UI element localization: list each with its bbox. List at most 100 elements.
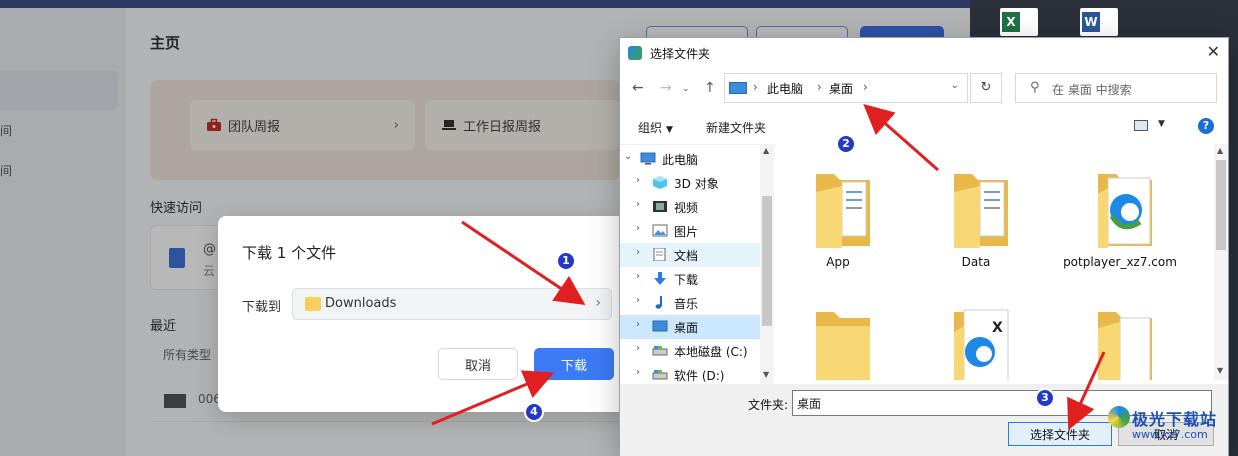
folder-icon xyxy=(812,164,874,248)
tree-item[interactable]: ⌄ 此电脑 xyxy=(620,147,760,171)
document-icon xyxy=(652,247,668,262)
help-icon[interactable]: ? xyxy=(1198,118,1214,134)
folder-icon xyxy=(305,297,321,311)
chevron-right-icon[interactable]: › xyxy=(636,319,640,330)
close-icon[interactable]: ✕ xyxy=(1207,42,1220,61)
picture-icon xyxy=(652,224,668,237)
chevron-right-icon[interactable]: › xyxy=(636,223,640,234)
folder-icon xyxy=(950,164,1012,248)
tree-item[interactable]: › 文档 xyxy=(620,243,760,267)
dialog-title: 选择文件夹 xyxy=(650,47,711,61)
app-icon xyxy=(628,46,642,60)
tree-item[interactable]: › 下载 xyxy=(620,267,760,291)
chevron-right-icon[interactable]: › xyxy=(636,295,640,306)
breadcrumb-this-pc[interactable]: 此电脑 xyxy=(767,80,803,97)
up-arrow-icon[interactable]: ↑ xyxy=(704,80,716,96)
tree-item[interactable]: › 本地磁盘 (C:) xyxy=(620,339,760,363)
caret-down-icon: ▼ xyxy=(666,125,673,135)
file-item[interactable] xyxy=(778,290,898,380)
file-item[interactable]: X xyxy=(916,290,1036,380)
tree-item-label: 视频 xyxy=(674,201,699,215)
scroll-up-icon[interactable]: ▲ xyxy=(1217,146,1223,155)
tree-item[interactable]: › 音乐 xyxy=(620,291,760,315)
video-icon xyxy=(652,200,668,213)
watermark-name: 极光下载站 xyxy=(1132,410,1218,429)
tree-item[interactable]: › 软件 (D:) xyxy=(620,363,760,384)
organize-menu[interactable]: 组织 ▼ xyxy=(638,119,673,136)
computer-icon xyxy=(729,82,747,94)
dialog-titlebar: 选择文件夹 ✕ xyxy=(620,38,1228,68)
chevron-right-icon[interactable]: › xyxy=(636,247,640,258)
download-to-label: 下载到 xyxy=(242,300,282,315)
chevron-right-icon[interactable]: › xyxy=(636,343,640,354)
file-item[interactable]: potplayer_xz7.com xyxy=(1060,152,1180,282)
tree-item-label: 下载 xyxy=(674,273,699,287)
forward-arrow-icon[interactable]: → xyxy=(660,80,672,96)
navigation-tree: ⌄ 此电脑 › 3D 对象 › 视频 › 图片 › 文档 › 下载 › 音乐 › 桌面 › 本地磁盘 (C:) › 软… xyxy=(620,144,776,384)
music-note-icon xyxy=(652,296,668,309)
computer-icon xyxy=(640,152,656,165)
breadcrumb-separator: › xyxy=(863,80,868,94)
tree-item-label: 文档 xyxy=(674,249,699,263)
file-item[interactable] xyxy=(1060,290,1180,380)
file-list-scrollbar[interactable]: ▲ ▼ xyxy=(1214,144,1228,380)
tree-item-label: 图片 xyxy=(674,225,699,239)
file-item[interactable]: Data xyxy=(916,152,1036,282)
tree-item[interactable]: › 视频 xyxy=(620,195,760,219)
download-arrow-icon xyxy=(652,272,668,285)
tree-scrollbar[interactable]: ▲ ▼ xyxy=(760,144,774,384)
file-item-name: App xyxy=(826,255,850,269)
word-icon[interactable]: W xyxy=(1080,8,1118,36)
address-bar[interactable]: › 此电脑 › 桌面 › ⌄ xyxy=(724,73,968,103)
watermark-url: www.xz7.com xyxy=(1132,428,1208,441)
scroll-down-icon[interactable]: ▼ xyxy=(763,370,769,379)
file-item[interactable]: App xyxy=(778,152,898,282)
chevron-right-icon: › xyxy=(595,295,601,311)
folder-icon xyxy=(1094,302,1156,380)
scroll-down-icon[interactable]: ▼ xyxy=(1217,366,1223,375)
file-list-scrollbar-thumb[interactable] xyxy=(1216,160,1226,250)
search-input[interactable]: ⚲ 在 桌面 中搜索 xyxy=(1015,73,1217,103)
tree-item[interactable]: › 3D 对象 xyxy=(620,171,760,195)
new-folder-button[interactable]: 新建文件夹 xyxy=(706,119,766,136)
breadcrumb-desktop[interactable]: 桌面 xyxy=(829,80,853,97)
svg-text:X: X xyxy=(992,320,1003,336)
excel-icon[interactable]: X xyxy=(1000,8,1038,36)
tree-item[interactable]: › 桌面 xyxy=(620,315,760,339)
recent-locations-caret-icon[interactable]: ⌄ xyxy=(682,84,690,94)
chevron-down-icon[interactable]: ⌄ xyxy=(624,151,632,162)
file-item-name: potplayer_xz7.com xyxy=(1063,255,1177,269)
step-badge-3: 3 xyxy=(1035,388,1055,408)
organize-label: 组织 xyxy=(638,121,663,135)
search-icon: ⚲ xyxy=(1030,80,1040,95)
drive-icon xyxy=(652,344,668,357)
watermark-logo-icon xyxy=(1108,406,1130,428)
chevron-down-icon[interactable]: ⌄ xyxy=(951,80,959,91)
scroll-up-icon[interactable]: ▲ xyxy=(763,146,769,155)
folder-icon: X xyxy=(950,302,1012,380)
download-dialog: 下载 1 个文件 下载到 Downloads › 取消 下载 xyxy=(218,216,628,412)
tree-item-label: 软件 (D:) xyxy=(674,369,725,383)
tree-scrollbar-thumb[interactable] xyxy=(762,196,772,326)
select-folder-dialog: 选择文件夹 ✕ ← → ⌄ ↑ › 此电脑 › 桌面 › ⌄ ↻ ⚲ 在 桌面 … xyxy=(619,37,1229,456)
breadcrumb-separator: › xyxy=(817,80,822,94)
refresh-icon[interactable]: ↻ xyxy=(970,73,1002,103)
step-badge-2: 2 xyxy=(836,134,856,154)
step-badge-1: 1 xyxy=(556,251,576,271)
caret-down-icon[interactable]: ▼ xyxy=(1158,119,1165,129)
chevron-right-icon[interactable]: › xyxy=(636,271,640,282)
download-cancel-button[interactable]: 取消 xyxy=(438,348,518,380)
download-path-value: Downloads xyxy=(325,296,397,311)
view-options-icon[interactable] xyxy=(1134,120,1148,131)
tree-item[interactable]: › 图片 xyxy=(620,219,760,243)
chevron-right-icon[interactable]: › xyxy=(636,175,640,186)
download-path-selector[interactable]: Downloads › xyxy=(292,288,612,320)
back-arrow-icon[interactable]: ← xyxy=(632,80,644,96)
chevron-right-icon[interactable]: › xyxy=(636,199,640,210)
download-confirm-button[interactable]: 下载 xyxy=(534,348,614,380)
download-dialog-title: 下载 1 个文件 xyxy=(242,244,337,262)
chevron-right-icon[interactable]: › xyxy=(636,367,640,378)
tree-item-label: 音乐 xyxy=(674,297,699,311)
tree-item-label: 本地磁盘 (C:) xyxy=(674,345,748,359)
select-folder-button[interactable]: 选择文件夹 xyxy=(1008,422,1112,446)
